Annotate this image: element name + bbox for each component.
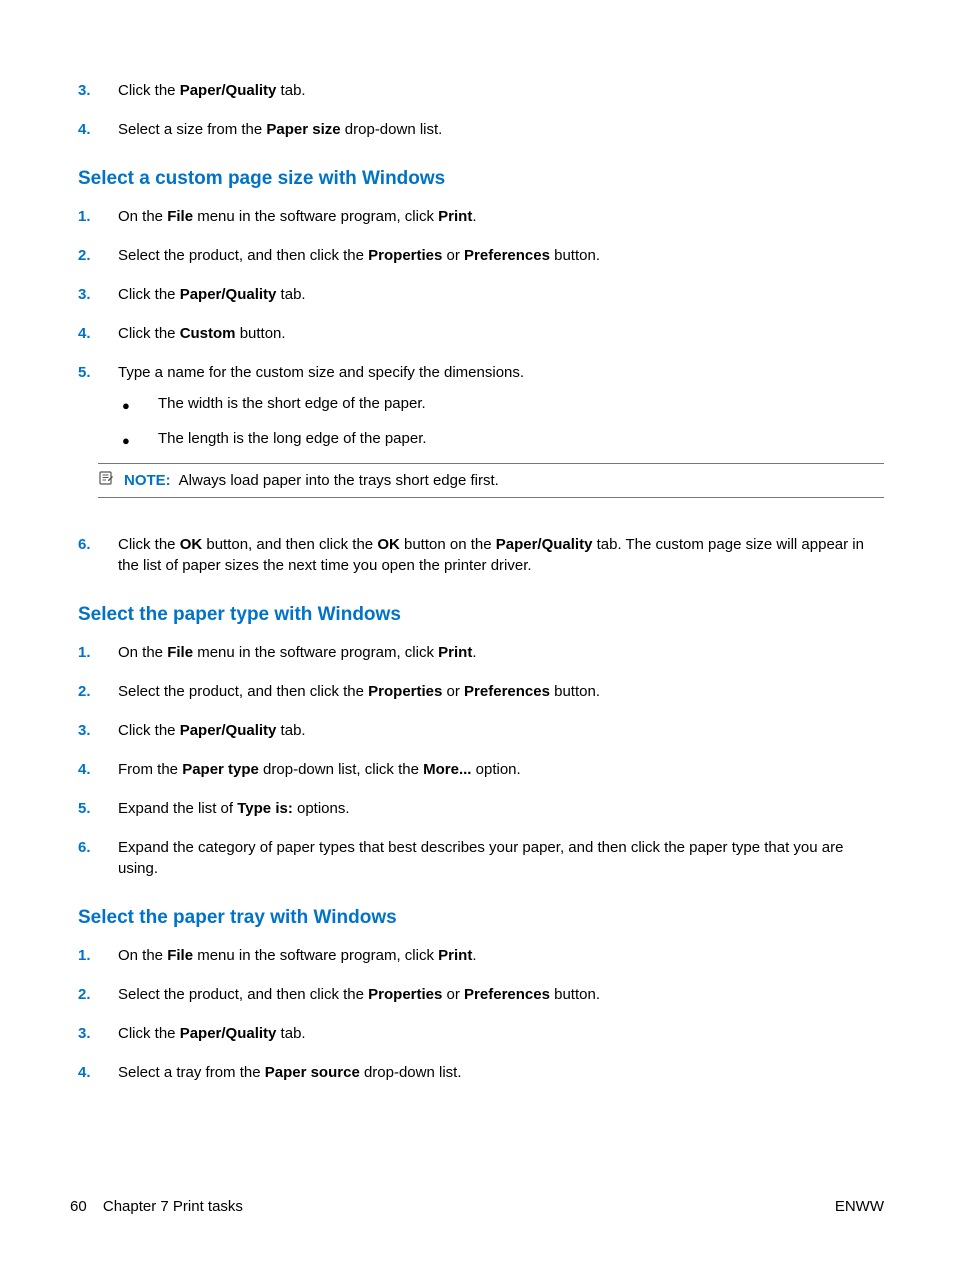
step-item: 2.Select the product, and then click the… <box>78 245 884 266</box>
step-number: 4. <box>78 1062 118 1083</box>
footer-left: 60 Chapter 7 Print tasks <box>70 1198 243 1215</box>
step-item: 6.Expand the category of paper types tha… <box>78 837 884 879</box>
step-text: Click the Custom button. <box>118 323 884 344</box>
step-item: 4.Select a tray from the Paper source dr… <box>78 1062 884 1083</box>
note-icon <box>98 470 114 486</box>
bullet-dot-icon: ● <box>118 432 158 453</box>
step-text: Type a name for the custom size and spec… <box>118 362 884 516</box>
step-number: 4. <box>78 759 118 780</box>
step-list: 1.On the File menu in the software progr… <box>78 945 884 1083</box>
document-page: 3.Click the Paper/Quality tab.4.Select a… <box>0 0 954 1270</box>
step-text: On the File menu in the software program… <box>118 642 884 663</box>
step-text: Select a size from the Paper size drop-d… <box>118 119 884 140</box>
step-text: Select a tray from the Paper source drop… <box>118 1062 884 1083</box>
page-footer: 60 Chapter 7 Print tasks ENWW <box>70 1198 884 1215</box>
step-list: 1.On the File menu in the software progr… <box>78 206 884 576</box>
bullet-text: The width is the short edge of the paper… <box>158 393 426 414</box>
step-item: 4.From the Paper type drop-down list, cl… <box>78 759 884 780</box>
step-item: 6.Click the OK button, and then click th… <box>78 534 884 576</box>
step-item: 3.Click the Paper/Quality tab. <box>78 720 884 741</box>
step-text: On the File menu in the software program… <box>118 206 884 227</box>
step-list: 1.On the File menu in the software progr… <box>78 642 884 879</box>
bullet-text: The length is the long edge of the paper… <box>158 428 427 449</box>
note-label: NOTE: <box>124 472 171 489</box>
step-item: 4.Click the Custom button. <box>78 323 884 344</box>
step-text: Expand the list of Type is: options. <box>118 798 884 819</box>
step-list: 3.Click the Paper/Quality tab.4.Select a… <box>78 80 884 140</box>
section-heading: Select the paper type with Windows <box>78 604 884 626</box>
step-text: Select the product, and then click the P… <box>118 245 884 266</box>
step-number: 3. <box>78 1023 118 1044</box>
bullet-item: ●The width is the short edge of the pape… <box>118 393 884 414</box>
step-item: 3.Click the Paper/Quality tab. <box>78 80 884 101</box>
content-area: 3.Click the Paper/Quality tab.4.Select a… <box>70 80 884 1083</box>
step-number: 4. <box>78 119 118 140</box>
chapter-title: Chapter 7 Print tasks <box>103 1198 243 1215</box>
step-item: 5.Type a name for the custom size and sp… <box>78 362 884 516</box>
step-number: 2. <box>78 245 118 266</box>
step-text: Click the OK button, and then click the … <box>118 534 884 576</box>
step-text: Click the Paper/Quality tab. <box>118 80 884 101</box>
step-number: 3. <box>78 80 118 101</box>
step-text: Click the Paper/Quality tab. <box>118 284 884 305</box>
step-item: 1.On the File menu in the software progr… <box>78 945 884 966</box>
step-number: 2. <box>78 984 118 1005</box>
section-heading: Select a custom page size with Windows <box>78 168 884 190</box>
step-item: 3.Click the Paper/Quality tab. <box>78 284 884 305</box>
bullet-list: ●The width is the short edge of the pape… <box>118 393 884 449</box>
step-number: 6. <box>78 837 118 879</box>
step-text: Click the Paper/Quality tab. <box>118 1023 884 1044</box>
footer-right: ENWW <box>835 1198 884 1215</box>
step-item: 3.Click the Paper/Quality tab. <box>78 1023 884 1044</box>
step-number: 1. <box>78 206 118 227</box>
step-item: 5.Expand the list of Type is: options. <box>78 798 884 819</box>
step-text: Select the product, and then click the P… <box>118 984 884 1005</box>
step-number: 5. <box>78 798 118 819</box>
step-number: 3. <box>78 720 118 741</box>
note-text: Always load paper into the trays short e… <box>179 472 499 489</box>
step-number: 3. <box>78 284 118 305</box>
step-number: 6. <box>78 534 118 576</box>
section-heading: Select the paper tray with Windows <box>78 907 884 929</box>
step-text: Click the Paper/Quality tab. <box>118 720 884 741</box>
step-text: On the File menu in the software program… <box>118 945 884 966</box>
step-number: 1. <box>78 642 118 663</box>
step-item: 2.Select the product, and then click the… <box>78 681 884 702</box>
step-number: 4. <box>78 323 118 344</box>
step-text: Select the product, and then click the P… <box>118 681 884 702</box>
page-number: 60 <box>70 1198 87 1215</box>
step-item: 4.Select a size from the Paper size drop… <box>78 119 884 140</box>
step-item: 1.On the File menu in the software progr… <box>78 642 884 663</box>
step-item: 2.Select the product, and then click the… <box>78 984 884 1005</box>
step-text: Expand the category of paper types that … <box>118 837 884 879</box>
bullet-item: ●The length is the long edge of the pape… <box>118 428 884 449</box>
step-number: 2. <box>78 681 118 702</box>
note-callout: NOTE: Always load paper into the trays sh… <box>98 463 884 498</box>
step-number: 1. <box>78 945 118 966</box>
step-item: 1.On the File menu in the software progr… <box>78 206 884 227</box>
bullet-dot-icon: ● <box>118 397 158 418</box>
step-text: From the Paper type drop-down list, clic… <box>118 759 884 780</box>
